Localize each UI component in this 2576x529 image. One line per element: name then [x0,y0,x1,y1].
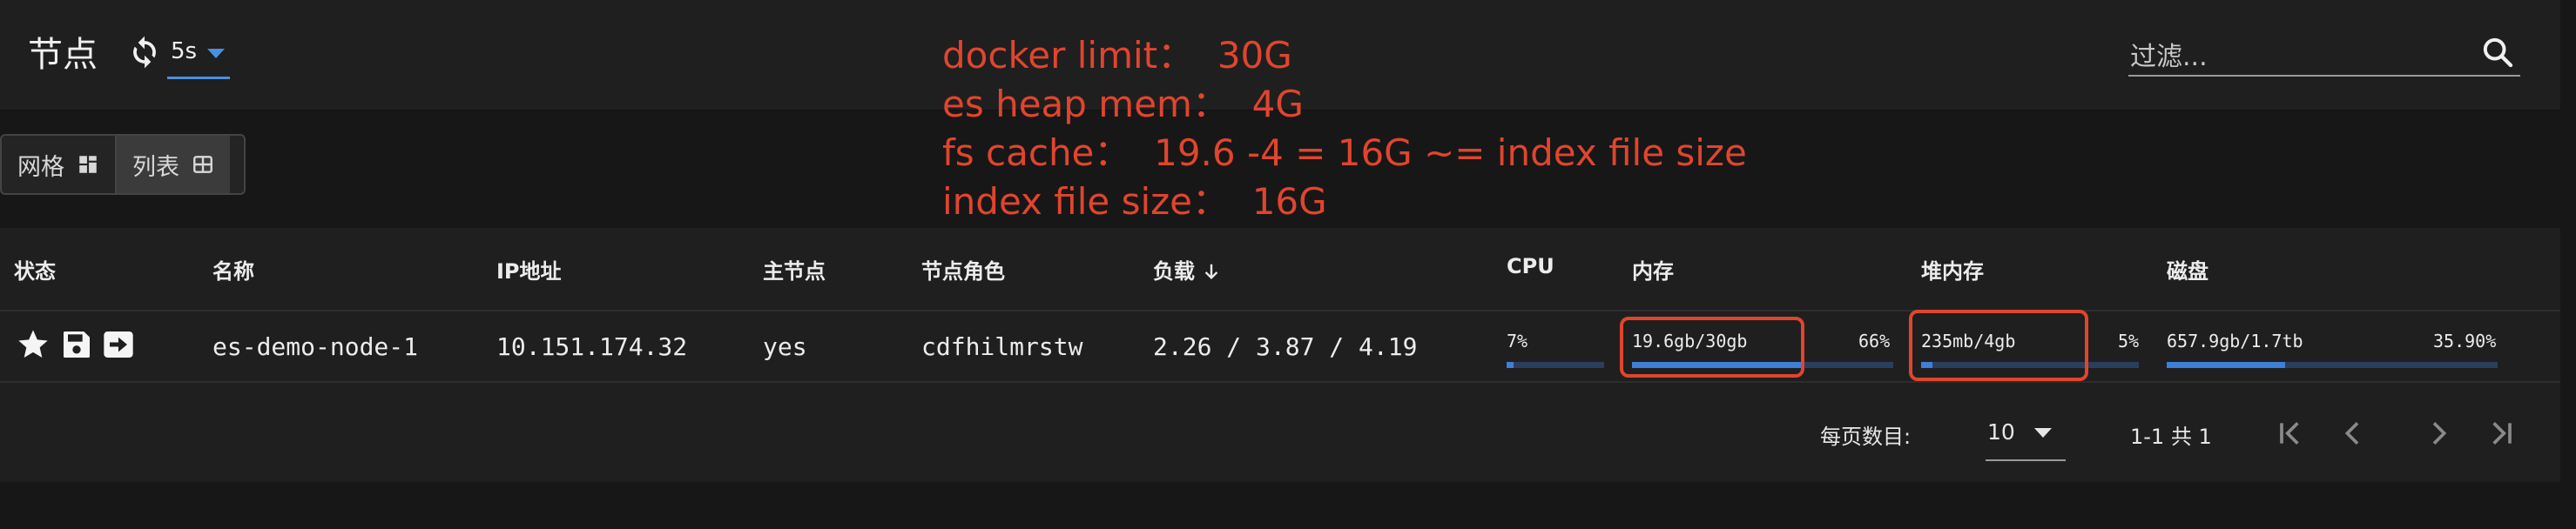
column-header-status[interactable]: 状态 [14,254,56,285]
table-icon [193,156,212,173]
heap-highlight-box [1909,310,2088,381]
search-icon[interactable] [2480,35,2515,70]
column-header-master[interactable]: 主节点 [763,254,826,285]
column-header-ip[interactable]: IP地址 [496,254,562,285]
memory-percent: 66% [1858,331,1891,352]
ingest-icon [104,331,133,358]
refresh-icon[interactable] [125,33,164,71]
star-icon [18,330,48,358]
column-header-name[interactable]: 名称 [212,254,254,285]
view-toggle: 网格 列表 [0,134,246,195]
filter-underline [2128,75,2520,77]
heap-percent: 5% [2118,331,2140,352]
previous-page-icon[interactable] [2336,416,2370,451]
rows-per-page-value[interactable]: 10 [1987,419,2015,445]
cpu-percent: 7% [1507,331,1528,352]
annotation-line: es heap mem： 4G [942,83,1304,125]
chevron-down-icon[interactable] [207,49,225,58]
chevron-down-icon[interactable] [2034,428,2052,438]
list-view-label: 列表 [132,153,179,181]
column-header-roles[interactable]: 节点角色 [921,254,1005,285]
column-header-load[interactable]: 负载 [1153,254,1221,285]
column-header-load-label: 负载 [1153,259,1195,284]
node-ip: 10.151.174.32 [496,332,688,361]
annotation-line: index file size： 16G [942,180,1327,223]
save-icon [64,331,90,358]
rows-per-page-label: 每页数目: [1820,425,1912,449]
table-divider [0,381,2560,383]
cpu-bar-fill [1507,362,1514,368]
grid-view-label: 网格 [17,153,64,181]
list-view-button[interactable]: 列表 [115,136,230,193]
cpu-bar [1507,362,1604,368]
column-header-disk[interactable]: 磁盘 [2167,254,2208,285]
rows-per-page-underline [1986,459,2066,461]
pagination-range: 1-1 共 1 [2130,425,2212,449]
last-page-icon[interactable] [2484,416,2519,451]
page-title: 节点 [28,35,98,75]
first-page-icon[interactable] [2273,416,2308,451]
disk-percent: 35.90% [2433,331,2497,352]
filter-input[interactable]: 过滤... [2130,35,2208,73]
annotation-line: docker limit： 30G [942,34,1292,77]
node-master: yes [763,332,807,361]
next-page-icon[interactable] [2421,416,2456,451]
node-roles: cdfhilmrstw [921,332,1083,361]
refresh-interval-select[interactable]: 5s [171,38,197,64]
node-name[interactable]: es-demo-node-1 [212,332,418,361]
disk-used: 657.9gb/1.7tb [2167,331,2303,352]
grid-icon [79,156,97,173]
node-load: 2.26 / 3.87 / 4.19 [1153,332,1418,361]
refresh-select-underline [167,77,230,79]
memory-highlight-box [1620,317,1804,378]
column-header-memory[interactable]: 内存 [1632,254,1674,285]
disk-bar [2167,362,2498,368]
column-header-cpu[interactable]: CPU [1507,254,1554,278]
table-divider [0,310,2560,311]
arrow-down-icon [1205,264,1218,280]
grid-view-button[interactable]: 网格 [2,136,115,193]
annotation-line: fs cache： 19.6 -4 = 16G ~= index file si… [942,131,1747,174]
disk-bar-fill [2167,362,2286,368]
column-header-heap[interactable]: 堆内存 [1921,254,1984,285]
